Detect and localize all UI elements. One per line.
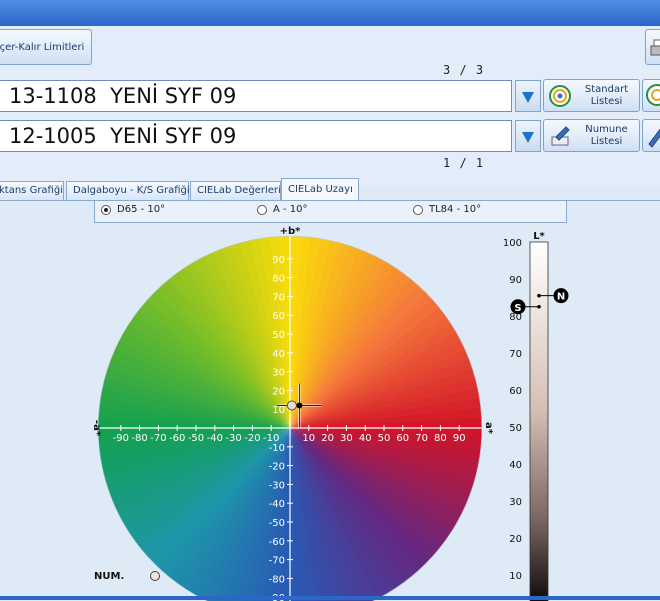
illuminant-d65[interactable]: D65 - 10° (101, 204, 165, 215)
standard-field[interactable]: 13-1108 YENİ SYF 09 (0, 80, 512, 112)
chevron-down-icon (522, 92, 534, 103)
tab-cielab-values[interactable]: CIELab Değerleri (190, 181, 281, 201)
lightness-scale: L*100908070605040302010SN (503, 231, 569, 601)
a-axis-tick-label: -90 (113, 433, 129, 444)
a-axis-tick-label: 10 (302, 433, 315, 444)
lightness-tick-label: 40 (509, 460, 522, 471)
standard-counter: 3 / 3 (443, 63, 485, 77)
b-axis-tick-label: -50 (269, 518, 285, 529)
b-axis-tick-label: -40 (269, 499, 285, 510)
a-axis-tick-label: 20 (321, 433, 334, 444)
tab-wavelength-ks[interactable]: Dalgaboyu - K/S Grafiği (66, 181, 190, 201)
tab-strip: ktans Grafiği Dalgaboyu - K/S Grafiği CI… (0, 178, 660, 201)
lightness-tick-label: 30 (509, 497, 522, 508)
b-axis-tick-label: -10 (269, 443, 285, 454)
lightness-marker-label: N (557, 292, 565, 303)
dropper-icon (648, 128, 660, 148)
lightness-marker-dot (537, 293, 541, 298)
cielab-space-panel: -90 -80 -70 -60 -50 -40 -30 -20 -10 10 20 30 40 50 60 7… (0, 200, 660, 601)
b-axis-tick-label: 20 (272, 386, 285, 397)
illuminant-a[interactable]: A - 10° (257, 204, 308, 215)
limits-button[interactable]: çer-Kalır Limitleri (0, 29, 92, 65)
illuminant-selector: D65 - 10° A - 10° TL84 - 10° (94, 201, 567, 223)
a-axis-tick-label: -70 (150, 433, 166, 444)
lightness-tick-label: 100 (503, 238, 522, 249)
lightness-tick-label: 70 (509, 349, 522, 360)
a-axis-tick-label: 80 (434, 433, 447, 444)
a-axis-tick-label: -30 (225, 433, 241, 444)
limits-button-label: çer-Kalır Limitleri (0, 41, 85, 53)
b-axis-tick-label: 90 (272, 255, 285, 266)
a-axis-tick-label: -50 (188, 433, 204, 444)
lightness-marker-label: S (514, 303, 521, 314)
print-button[interactable] (645, 29, 660, 65)
cielab-chart: -90 -80 -70 -60 -50 -40 -30 -20 -10 10 20 30 40 50 60 7… (91, 226, 569, 601)
a-axis-tick-label: 70 (415, 433, 428, 444)
lightness-tick-label: 90 (509, 275, 522, 286)
chevron-down-icon (522, 132, 534, 143)
lightness-tick-label: 10 (509, 571, 522, 582)
sample-point (286, 400, 297, 411)
sample-list-button[interactable]: Numune Listesi (543, 119, 640, 152)
title-bar (0, 0, 660, 27)
sample-legend-marker (150, 571, 160, 581)
dropper-icon (551, 125, 570, 145)
sample-dropdown-button[interactable] (515, 120, 541, 152)
b-axis-tick-label: -20 (269, 462, 285, 473)
standard-extra-button[interactable] (642, 79, 660, 112)
b-axis-tick-label: 10 (272, 405, 285, 416)
a-axis-tick-label: -20 (244, 433, 260, 444)
color-target-icon (646, 84, 660, 106)
standard-point (296, 402, 303, 409)
bottom-border (0, 596, 660, 600)
b-axis-tick-label: 60 (272, 311, 285, 322)
b-axis-tick-label: 70 (272, 292, 285, 303)
tab-reflectance[interactable]: ktans Grafiği (0, 181, 64, 201)
lightness-label: L* (533, 231, 545, 242)
a-axis-tick-label: 50 (378, 433, 391, 444)
b-axis-tick-label: -60 (269, 537, 285, 548)
tab-cielab-space[interactable]: CIELab Uzayı (281, 178, 359, 201)
radio-icon (257, 204, 267, 215)
sample-field[interactable]: 12-1005 YENİ SYF 09 (0, 120, 512, 152)
a-axis-tick-label: 40 (359, 433, 372, 444)
sample-extra-button[interactable] (642, 119, 660, 152)
printer-icon (650, 39, 660, 56)
sample-list-label: Numune Listesi (585, 123, 628, 147)
b-axis-tick-label: 80 (272, 274, 285, 285)
sample-counter: 1 / 1 (443, 156, 485, 170)
b-axis-tick-label: 50 (272, 330, 285, 341)
b-axis-tick-label: -70 (269, 556, 285, 567)
color-list-icon (549, 84, 571, 107)
standard-list-label: Standart Listesi (584, 83, 629, 107)
a-axis-tick-label: -40 (207, 433, 223, 444)
a-axis-tick-label: 30 (340, 433, 353, 444)
a-axis-tick-label: 60 (396, 433, 409, 444)
standard-dropdown-button[interactable] (515, 80, 541, 112)
radio-selected-icon (101, 204, 111, 215)
a-axis-tick-label: 90 (453, 433, 466, 444)
a-axis-tick-label: -60 (169, 433, 185, 444)
b-axis-tick-label: -30 (269, 480, 285, 491)
lightness-tick-label: 60 (509, 386, 522, 397)
b-axis-positive-label: +b* (280, 226, 302, 237)
lightness-marker-dot (537, 304, 541, 309)
b-axis-tick-label: 30 (272, 368, 285, 379)
b-axis-tick-label: -80 (269, 574, 285, 585)
a-axis-negative-label: -a* (91, 420, 102, 437)
illuminant-tl84-label: TL84 - 10° (429, 204, 482, 215)
radio-icon (413, 204, 423, 215)
illuminant-a-label: A - 10° (273, 204, 308, 215)
lightness-tick-label: 20 (509, 534, 522, 545)
standard-list-button[interactable]: Standart Listesi (543, 79, 640, 112)
illuminant-d65-label: D65 - 10° (117, 204, 166, 215)
num-legend-label: NUM. (94, 571, 125, 582)
a-axis-tick-label: -80 (131, 433, 147, 444)
a-axis-positive-label: a* (483, 422, 494, 435)
illuminant-tl84[interactable]: TL84 - 10° (413, 204, 481, 215)
b-axis-tick-label: 40 (272, 349, 285, 360)
lightness-tick-label: 50 (509, 423, 522, 434)
